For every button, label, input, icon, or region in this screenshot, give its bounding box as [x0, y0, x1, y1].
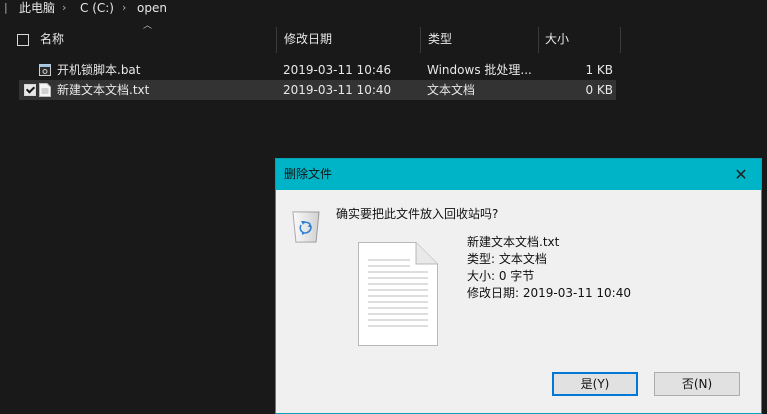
bat-file-icon — [39, 64, 51, 76]
column-name[interactable]: 名称 — [40, 27, 64, 51]
file-row[interactable]: 开机锁脚本.bat 2019-03-11 10:46 Windows 批处理..… — [19, 60, 616, 80]
dialog-file-type: 类型: 文本文档 — [467, 252, 547, 266]
sort-ascending-icon: ︿ — [143, 21, 153, 31]
file-name: 新建文本文档.txt — [57, 83, 150, 97]
breadcrumb-open-folder[interactable]: open — [137, 0, 167, 16]
dialog-titlebar[interactable]: 删除文件 ✕ — [276, 159, 761, 190]
column-divider[interactable] — [420, 27, 421, 53]
chevron-right-icon[interactable]: › — [122, 0, 126, 16]
file-size: 0 KB — [585, 83, 613, 97]
breadcrumb-this-pc[interactable]: 此电脑 — [19, 0, 55, 16]
recycle-bin-icon — [292, 211, 320, 243]
breadcrumb: | 此电脑 › C (C:) › open — [0, 0, 767, 16]
dialog-file-size: 大小: 0 字节 — [467, 269, 535, 283]
file-type: Windows 批处理... — [427, 63, 532, 77]
column-type[interactable]: 类型 — [428, 27, 452, 51]
dialog-file-name: 新建文本文档.txt — [467, 235, 560, 249]
column-divider[interactable] — [620, 27, 621, 53]
delete-file-dialog: 删除文件 ✕ 确实要把此文件放入回收站吗? 新建文本文档.txt 类型: 文本文… — [275, 158, 762, 414]
file-size: 1 KB — [585, 63, 613, 77]
dialog-title: 删除文件 — [284, 167, 333, 181]
column-size[interactable]: 大小 — [545, 27, 569, 51]
breadcrumb-separator: | — [4, 1, 8, 14]
breadcrumb-drive-c[interactable]: C (C:) — [80, 0, 114, 16]
file-type: 文本文档 — [427, 83, 476, 97]
close-icon: ✕ — [734, 165, 748, 184]
row-checkbox[interactable] — [24, 84, 36, 96]
file-row[interactable]: 新建文本文档.txt 2019-03-11 10:40 文本文档 0 KB — [19, 80, 616, 100]
column-divider[interactable] — [538, 27, 539, 53]
confirm-question: 确实要把此文件放入回收站吗? — [336, 207, 499, 221]
file-modified: 2019-03-11 10:40 — [283, 83, 392, 97]
text-file-icon — [39, 83, 51, 97]
no-button[interactable]: 否(N) — [654, 372, 740, 396]
column-divider[interactable] — [276, 27, 277, 53]
file-name: 开机锁脚本.bat — [57, 63, 141, 77]
text-file-preview-icon — [358, 242, 438, 346]
column-modified[interactable]: 修改日期 — [284, 27, 332, 51]
yes-button[interactable]: 是(Y) — [552, 372, 638, 396]
dialog-file-modified: 修改日期: 2019-03-11 10:40 — [467, 286, 631, 300]
select-all-checkbox[interactable] — [17, 34, 29, 46]
file-modified: 2019-03-11 10:46 — [283, 63, 392, 77]
close-button[interactable]: ✕ — [721, 159, 761, 190]
chevron-right-icon[interactable]: › — [62, 0, 66, 16]
